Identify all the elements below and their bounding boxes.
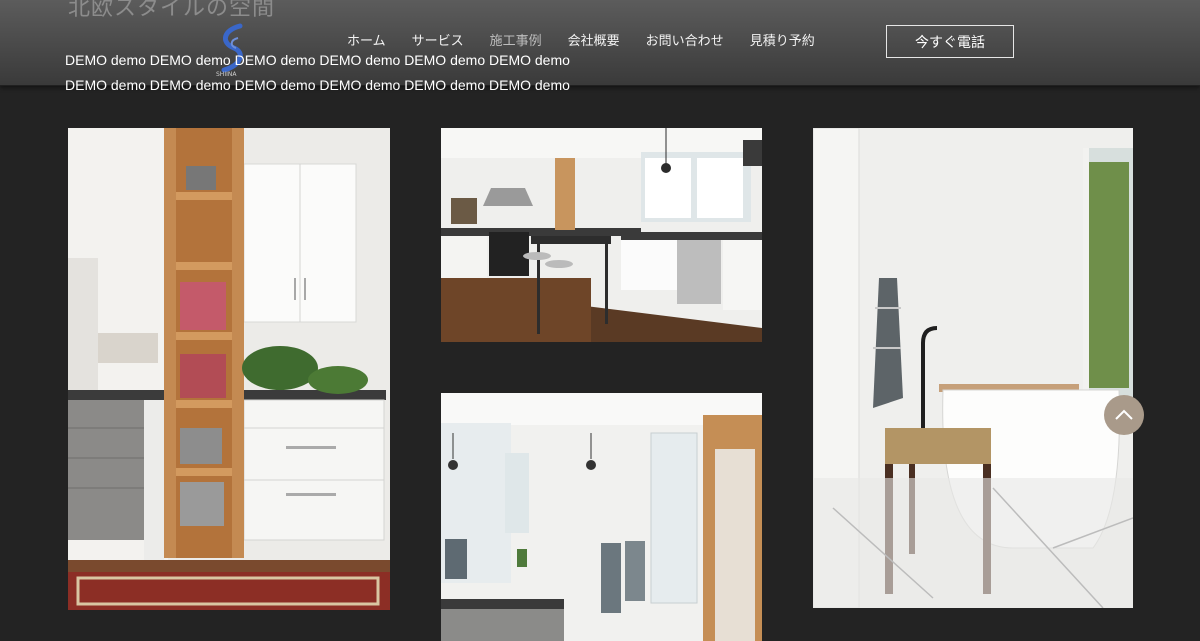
kitchen-shelf-photo[interactable] <box>68 128 390 610</box>
nav-item-company[interactable]: 会社概要 <box>568 30 620 49</box>
site-title: 北欧スタイルの空間 <box>68 0 276 21</box>
nav-item-home[interactable]: ホーム <box>347 30 386 49</box>
kitchen-island-photo[interactable] <box>441 128 762 342</box>
bathroom-tub-photo[interactable] <box>813 128 1133 608</box>
nav-item-contact[interactable]: お問い合わせ <box>646 30 724 49</box>
demo-text-line-1: DEMO demo DEMO demo DEMO demo DEMO demo … <box>65 52 570 68</box>
bathroom-vanity-photo[interactable] <box>441 393 762 641</box>
logo[interactable]: SHIINA <box>210 20 258 78</box>
call-now-button[interactable]: 今すぐ電話 <box>886 25 1014 58</box>
chevron-up-icon <box>1115 409 1133 420</box>
nav-item-services[interactable]: サービス <box>412 30 464 49</box>
nav-item-estimate[interactable]: 見積り予約 <box>750 30 815 49</box>
site-header: 北欧スタイルの空間 SHIINA DEMO demo DEMO demo DEM… <box>0 0 1200 86</box>
scroll-to-top-button[interactable] <box>1104 395 1144 435</box>
nav-item-works[interactable]: 施工事例 <box>490 30 542 49</box>
demo-text-line-2: DEMO demo DEMO demo DEMO demo DEMO demo … <box>65 77 570 93</box>
main-nav: ホーム サービス 施工事例 会社概要 お問い合わせ 見積り予約 <box>347 30 841 49</box>
